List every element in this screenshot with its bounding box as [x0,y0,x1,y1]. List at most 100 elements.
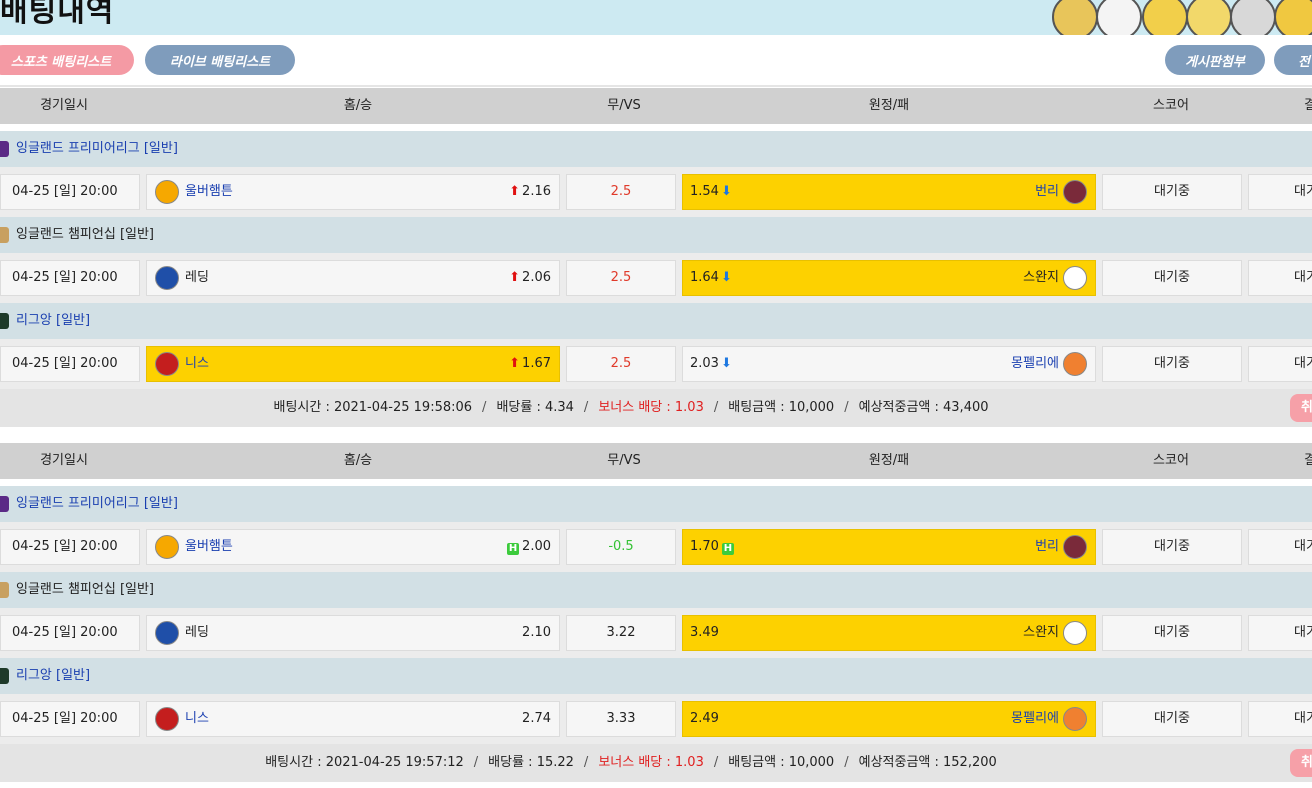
away-odds-value: 2.49 [690,711,719,726]
match-datetime: 04-25 [일] 20:00 [0,174,140,210]
draw-odds-cell[interactable]: 2.5 [566,346,676,382]
handicap-icon: H [721,543,734,555]
draw-odds-cell[interactable]: 2.5 [566,174,676,210]
separator: / [713,400,719,415]
bet-slip: 경기일시 홈/승 무/VS 원정/패 스코어 결잉글랜드 프리미어리그 [일반] 04-25… [0,88,1312,428]
home-odds-cell[interactable]: 니스 2.74 [146,701,560,737]
cancel-bet-button[interactable]: 취 [1290,749,1312,777]
bet-list-nav: 스포츠 배팅리스트 라이브 배팅리스트 게시판첨부 전 [0,35,1312,85]
home-team-name: 레딩 [185,270,209,285]
handicap-icon: H [507,543,520,555]
home-odds: 2.74 [522,702,551,736]
game-row: 04-25 [일] 20:00 니스 ⬆ 1.67 2.5 2.03 ⬇ 몽펠리에 대기중 대기 [0,339,1312,389]
col-date-header: 경기일시 [40,453,88,468]
score-status: 대기중 [1102,346,1242,382]
col-result-header: 결 [1304,453,1312,468]
live-bet-list-button[interactable]: 라이브 배팅리스트 [145,45,295,75]
draw-odds-cell[interactable]: 3.22 [566,615,676,651]
bet-summary: 배팅시간 : 2021-04-25 19:58:06 / 배당률 : 4.34 / 보너… [0,389,1262,427]
away-odds-cell[interactable]: 1.70 H 번리 [682,529,1096,565]
away-team-name: 몽펠리에 [1011,356,1059,371]
league-name: 잉글랜드 프리미어리그 [일반] [16,496,178,511]
league-name: 잉글랜드 프리미어리그 [일반] [16,141,178,156]
away-odds-cell[interactable]: 1.64 ⬇ 스완지 [682,260,1096,296]
col-away-header: 원정/패 [868,453,910,468]
col-result-header: 결 [1304,98,1312,113]
bet-slip: 경기일시 홈/승 무/VS 원정/패 스코어 결 잉글랜드 프리미어리그 [일반] 04-25… [0,443,1312,783]
all-button[interactable]: 전 [1274,45,1312,75]
away-team-logo-icon [1063,621,1087,645]
home-odds-cell[interactable]: 울버햄튼 H 2.00 [146,529,560,565]
home-team-name: 레딩 [185,625,209,640]
away-odds-cell[interactable]: 2.49 몽펠리에 [682,701,1096,737]
league-row: 잉글랜드 프리미어리그 [일반] [0,486,1312,522]
home-odds-value: 2.74 [522,711,551,726]
sports-bet-list-button[interactable]: 스포츠 배팅리스트 [0,45,134,75]
bet-summary-row: 배팅시간 : 2021-04-25 19:58:06 / 배당률 : 4.34 / 보너… [0,389,1312,427]
home-odds-cell[interactable]: 레딩 ⬆ 2.06 [146,260,560,296]
column-header-row: 경기일시 홈/승 무/VS 원정/패 스코어 결 [0,443,1312,479]
game-row: 04-25 [일] 20:00 울버햄튼 ⬆ 2.16 2.5 1.54 ⬇ 번리 대기중 대기 [0,167,1312,217]
draw-odds-cell[interactable]: -0.5 [566,529,676,565]
match-datetime: 04-25 [일] 20:00 [0,529,140,565]
bet-summary: 배팅시간 : 2021-04-25 19:57:12 / 배당률 : 15.22 / 보… [0,744,1262,782]
away-team-name: 스완지 [1023,270,1059,285]
away-odds-cell[interactable]: 1.54 ⬇ 번리 [682,174,1096,210]
score-status: 대기중 [1102,260,1242,296]
odds-down-arrow-icon: ⬇ [720,356,732,371]
draw-odds-cell[interactable]: 2.5 [566,260,676,296]
away-odds-cell[interactable]: 3.49 스완지 [682,615,1096,651]
away-odds-cell[interactable]: 2.03 ⬇ 몽펠리에 [682,346,1096,382]
home-team-logo-icon [155,180,179,204]
away-odds-value: 2.03 [690,356,719,371]
separator: / [482,400,487,415]
league-row: 잉글랜드 프리미어리그 [일반] [0,131,1312,167]
bonus-odds: 보너스 배당 : 1.03 [598,400,704,415]
bet-time: 배팅시간 : 2021-04-25 19:58:06 [273,400,473,415]
away-odds: 2.49 [690,702,719,736]
expected-payout: 예상적중금액 : 43,400 [858,400,989,415]
cancel-bet-button[interactable]: 취 [1290,394,1312,422]
col-date-header: 경기일시 [40,98,88,113]
match-datetime: 04-25 [일] 20:00 [0,701,140,737]
away-team-name: 몽펠리에 [1011,711,1059,726]
home-team-logo-icon [155,707,179,731]
draw-odds-cell[interactable]: 3.33 [566,701,676,737]
league-emblem-icon [0,582,9,598]
away-team-name: 번리 [1035,184,1059,199]
home-team-logo-icon [155,621,179,645]
home-team-logo-icon [155,535,179,559]
home-odds: ⬆ 1.67 [509,347,551,381]
separator: / [844,400,849,415]
home-odds-cell[interactable]: 니스 ⬆ 1.67 [146,346,560,382]
away-odds-value: 3.49 [690,625,719,640]
divider [0,85,1312,87]
game-row: 04-25 [일] 20:00 울버햄튼 H 2.00 -0.5 1.70 H 번리 대기중 대기 [0,522,1312,572]
home-team-name: 니스 [185,356,209,371]
result-status: 대기 [1248,174,1312,210]
total-odds: 배당률 : 15.22 [488,755,574,770]
bet-summary-row: 배팅시간 : 2021-04-25 19:57:12 / 배당률 : 15.22 / 보… [0,744,1312,782]
league-name: 리그앙 [일반] [16,668,91,683]
home-odds-value: 2.10 [522,625,551,640]
col-home-header: 홈/승 [343,453,373,468]
total-odds: 배당률 : 4.34 [496,400,574,415]
home-odds-cell[interactable]: 울버햄튼 ⬆ 2.16 [146,174,560,210]
away-team-logo-icon [1063,266,1087,290]
column-header-row: 경기일시 홈/승 무/VS 원정/패 스코어 결 [0,88,1312,124]
away-odds: 3.49 [690,616,719,650]
mascot-icon [1186,0,1232,35]
bet-amount: 배팅금액 : 10,000 [728,755,835,770]
away-team-name: 번리 [1035,539,1059,554]
odds-up-arrow-icon: ⬆ [509,184,521,199]
league-name: 리그앙 [일반] [16,313,91,328]
league-emblem-icon [0,141,9,157]
page-title: 배팅내역 [0,0,115,29]
league-row: 잉글랜드 챔피언십 [일반] [0,217,1312,253]
home-odds: ⬆ 2.16 [509,175,551,209]
board-attach-button[interactable]: 게시판첨부 [1165,45,1265,75]
odds-down-arrow-icon: ⬇ [720,270,732,285]
result-status: 대기 [1248,615,1312,651]
home-odds-cell[interactable]: 레딩 2.10 [146,615,560,651]
league-row: 리그앙 [일반] [0,303,1312,339]
